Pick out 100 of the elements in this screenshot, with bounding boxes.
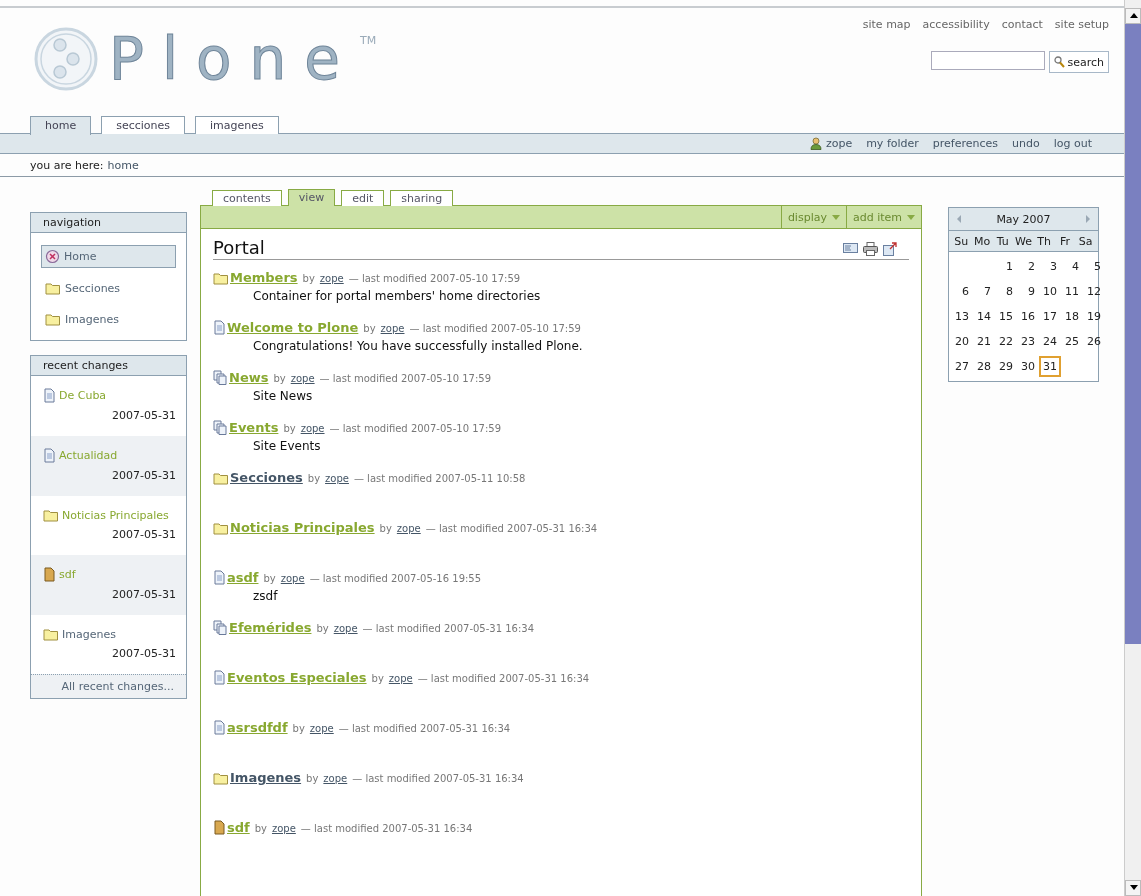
author-link[interactable]: zope xyxy=(280,573,305,584)
breadcrumb-link[interactable]: home xyxy=(107,159,139,172)
content-tab[interactable]: contents xyxy=(212,190,282,206)
scrollbar-thumb[interactable] xyxy=(1125,24,1141,644)
calendar-day[interactable]: 7 xyxy=(973,281,995,302)
site-action-link[interactable]: site setup xyxy=(1054,18,1109,31)
folder-icon xyxy=(43,508,59,522)
site-action-link[interactable]: site map xyxy=(862,18,911,31)
calendar-day[interactable]: 31 xyxy=(1039,356,1061,377)
author-link[interactable]: zope xyxy=(319,273,344,284)
author-link[interactable]: zope xyxy=(388,673,413,684)
calendar-day[interactable]: 3 xyxy=(1039,256,1061,277)
weekday-label: Fr xyxy=(1058,234,1071,248)
calendar-day[interactable]: 29 xyxy=(995,356,1017,377)
calendar-day[interactable]: 2 xyxy=(1017,256,1039,277)
modified-text: — last modified 2007-05-16 19:55 xyxy=(309,573,482,584)
calendar-day[interactable]: 30 xyxy=(1017,356,1039,377)
portal-tab[interactable]: secciones xyxy=(101,116,186,134)
calendar-day[interactable]: 5 xyxy=(1083,256,1105,277)
calendar-day[interactable]: 20 xyxy=(951,331,973,352)
calendar-month: May 2007 xyxy=(996,212,1051,226)
byline-text: by xyxy=(254,823,267,834)
author-link[interactable]: zope xyxy=(309,723,334,734)
byline-text: by xyxy=(302,273,315,284)
calendar-day[interactable]: 17 xyxy=(1039,306,1061,327)
modified-text: — last modified 2007-05-10 17:59 xyxy=(329,423,501,434)
calendar-day[interactable]: 9 xyxy=(1017,281,1039,302)
calendar-day[interactable]: 4 xyxy=(1061,256,1083,277)
author-link[interactable]: zope xyxy=(333,623,358,634)
personal-link[interactable]: preferences xyxy=(932,137,999,150)
item-title-link[interactable]: Secciones xyxy=(230,470,303,485)
author-link[interactable]: zope xyxy=(271,823,296,834)
byline-text: by xyxy=(307,473,321,484)
content-tab[interactable]: sharing xyxy=(390,190,454,206)
calendar-day[interactable]: 14 xyxy=(973,306,995,327)
calendar-day[interactable]: 23 xyxy=(1017,331,1039,352)
calendar-day[interactable]: 26 xyxy=(1083,331,1105,352)
content-tab[interactable]: edit xyxy=(341,190,385,206)
search-icon xyxy=(1054,56,1066,68)
content-tab[interactable]: view xyxy=(287,189,336,206)
personal-link[interactable]: log out xyxy=(1053,137,1092,150)
portlet-header: navigation xyxy=(31,213,186,233)
calendar-day[interactable]: 8 xyxy=(995,281,1017,302)
search-button[interactable]: search xyxy=(1049,51,1109,73)
personal-link[interactable]: my folder xyxy=(866,137,919,150)
calendar-day[interactable]: 18 xyxy=(1061,306,1083,327)
calendar-day[interactable]: 16 xyxy=(1017,306,1039,327)
calendar-day[interactable]: 22 xyxy=(995,331,1017,352)
recent-item-link[interactable]: Imagenes xyxy=(43,627,116,641)
stacked-pages-icon xyxy=(213,370,228,385)
calendar-day[interactable]: 21 xyxy=(973,331,995,352)
email-icon[interactable] xyxy=(843,242,858,254)
change-date: 2007-05-31 xyxy=(112,588,176,601)
author-link[interactable]: zope xyxy=(323,773,348,784)
calendar-day[interactable]: 19 xyxy=(1083,306,1105,327)
site-action-link[interactable]: accessibility xyxy=(922,18,990,31)
navigation-item[interactable]: Imagenes xyxy=(41,308,176,330)
calendar-day[interactable]: 1 xyxy=(995,256,1017,277)
byline-text: by xyxy=(283,423,296,434)
calendar-day[interactable]: 24 xyxy=(1039,331,1061,352)
user-link[interactable]: zope xyxy=(825,137,853,150)
scrollbar[interactable] xyxy=(1124,0,1141,896)
portal-tab[interactable]: imagenes xyxy=(195,116,279,134)
item-description: zsdf xyxy=(253,589,279,603)
calendar-day[interactable]: 6 xyxy=(951,281,973,302)
modified-text: — last modified 2007-05-31 16:34 xyxy=(352,773,524,784)
calendar-day[interactable]: 10 xyxy=(1039,281,1061,302)
calendar-day[interactable]: 27 xyxy=(951,356,973,377)
change-date: 2007-05-31 xyxy=(112,409,176,422)
calendar-day[interactable]: 11 xyxy=(1061,281,1083,302)
byline-text: by xyxy=(306,773,319,784)
fullscreen-icon[interactable] xyxy=(883,242,897,256)
calendar-day[interactable]: 25 xyxy=(1061,331,1083,352)
portal-tab[interactable]: home xyxy=(30,116,92,135)
all-recent-changes-link[interactable]: All recent changes... xyxy=(31,674,186,698)
navigation-item[interactable]: Secciones xyxy=(41,277,176,299)
site-icon xyxy=(45,249,60,264)
item-description: Site News xyxy=(253,389,314,403)
navigation-item[interactable]: Home xyxy=(41,245,176,268)
byline-text: by xyxy=(316,623,329,634)
author-link[interactable]: zope xyxy=(290,373,315,384)
folder-icon xyxy=(213,271,229,285)
author-link[interactable]: zope xyxy=(325,473,349,484)
document-icon xyxy=(213,720,226,735)
breadcrumb-label: you are here: xyxy=(30,159,104,172)
author-link[interactable]: zope xyxy=(300,423,325,434)
user-icon xyxy=(809,137,822,150)
personal-link[interactable]: undo xyxy=(1012,137,1040,150)
calendar-day[interactable]: 28 xyxy=(973,356,995,377)
change-date: 2007-05-31 xyxy=(112,528,176,541)
calendar-day[interactable]: 13 xyxy=(951,306,973,327)
author-link[interactable]: zope xyxy=(380,323,405,334)
calendar-day[interactable]: 15 xyxy=(995,306,1017,327)
site-action-link[interactable]: contact xyxy=(1001,18,1043,31)
author-link[interactable]: zope xyxy=(396,523,421,534)
modified-text: — last modified 2007-05-10 17:59 xyxy=(348,273,521,284)
search-field[interactable] xyxy=(931,51,1046,70)
item-title-link[interactable]: Imagenes xyxy=(230,770,302,785)
calendar-day[interactable]: 12 xyxy=(1083,281,1105,302)
print-icon[interactable] xyxy=(863,242,878,256)
